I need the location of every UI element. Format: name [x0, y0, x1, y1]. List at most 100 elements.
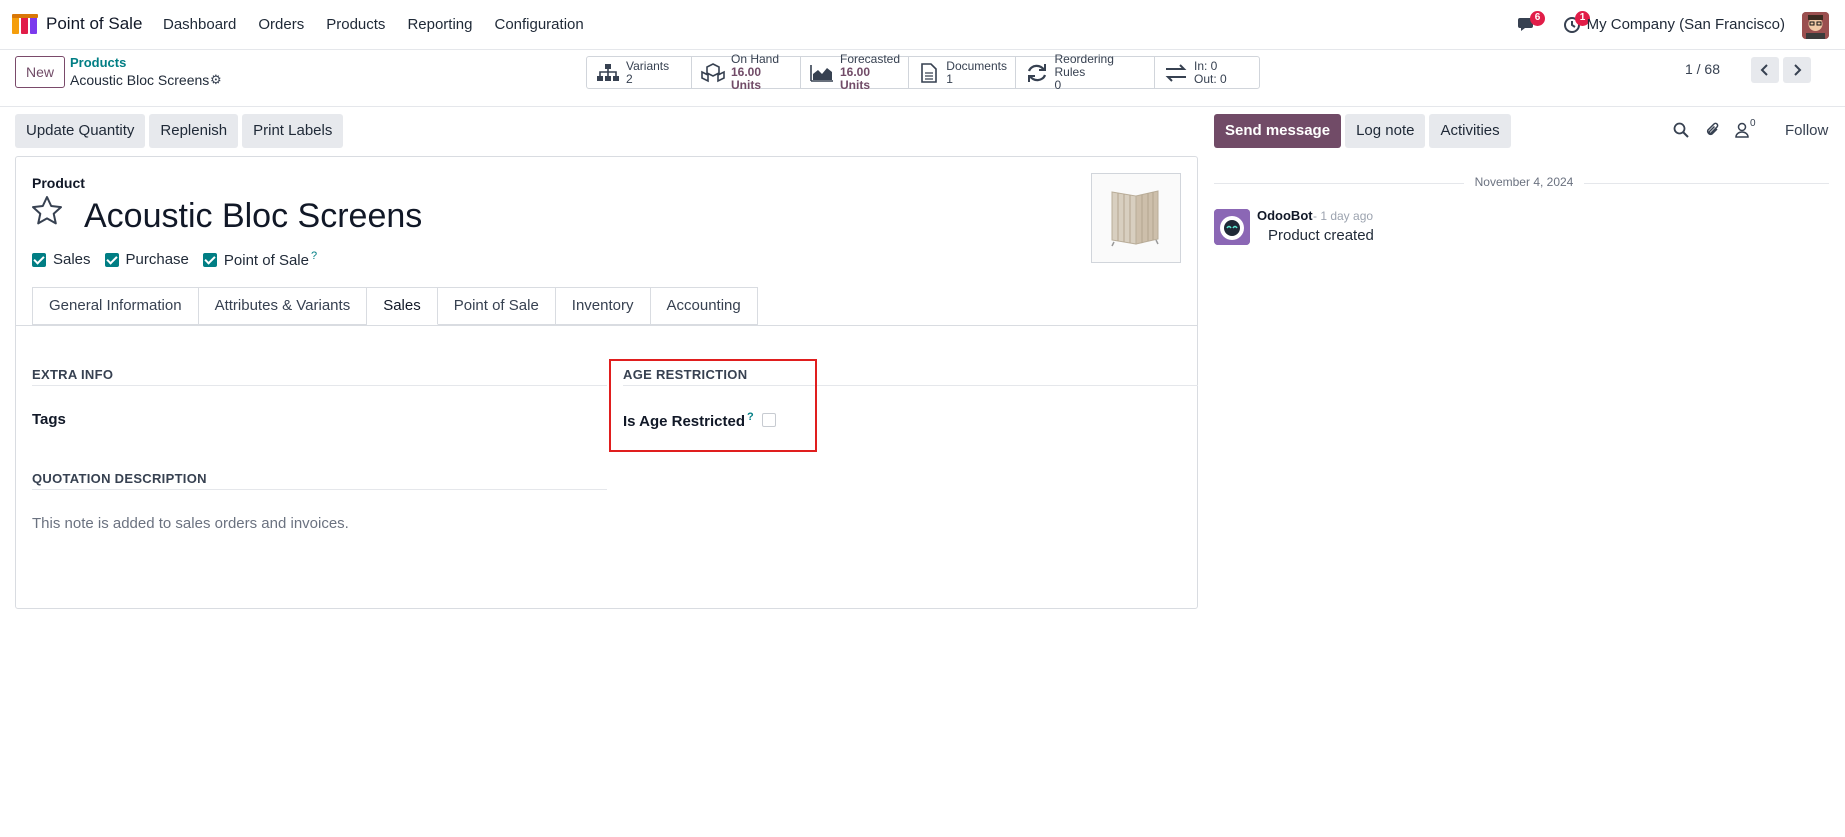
- menu-dashboard[interactable]: Dashboard: [163, 16, 236, 33]
- sales-check-label: Sales: [53, 251, 91, 268]
- sales-checkbox[interactable]: Sales: [32, 251, 91, 268]
- pager-next-button[interactable]: [1783, 57, 1811, 83]
- odoobot-avatar[interactable]: [1214, 209, 1250, 245]
- tabs-divider: [16, 325, 1197, 326]
- date-line-left: [1214, 183, 1464, 184]
- send-message-button[interactable]: Send message: [1214, 114, 1342, 148]
- on-hand-label: On Hand: [731, 52, 780, 66]
- activities-menu[interactable]: 1: [1563, 11, 1590, 34]
- product-photo: [1092, 174, 1180, 262]
- gear-icon[interactable]: ⚙: [210, 72, 222, 88]
- area-chart-icon: [810, 63, 834, 83]
- out-value: Out: 0: [1194, 71, 1227, 86]
- user-face-icon: [1802, 12, 1829, 39]
- messages-badge: 6: [1530, 11, 1545, 26]
- checkbox-checked-icon: [32, 252, 46, 267]
- sitemap-icon: [596, 63, 620, 83]
- pager-value[interactable]: 1 / 68: [1685, 61, 1720, 77]
- tab-inventory[interactable]: Inventory: [555, 287, 651, 325]
- paperclip-icon[interactable]: [1705, 121, 1721, 139]
- tab-accounting[interactable]: Accounting: [650, 287, 758, 325]
- checkbox-checked-icon: [202, 252, 217, 267]
- variants-value: 2: [626, 71, 633, 86]
- tab-attributes-variants[interactable]: Attributes & Variants: [198, 287, 368, 325]
- followers-count: 0: [1750, 118, 1756, 129]
- followers-icon[interactable]: [1735, 122, 1749, 138]
- forecasted-label: Forecasted: [840, 52, 901, 66]
- tab-point-of-sale[interactable]: Point of Sale: [437, 287, 556, 325]
- menu-products[interactable]: Products: [326, 16, 385, 33]
- print-labels-button[interactable]: Print Labels: [242, 114, 344, 148]
- message-time: - 1 day ago: [1313, 209, 1374, 223]
- help-tooltip-icon[interactable]: ?: [311, 250, 317, 262]
- document-icon: [918, 62, 940, 83]
- on-hand-value: 16.00 Units: [731, 65, 762, 92]
- tab-sales[interactable]: Sales: [367, 287, 438, 325]
- main-menu: Dashboard Orders Products Reporting Conf…: [163, 16, 584, 33]
- company-switcher[interactable]: My Company (San Francisco): [1587, 16, 1785, 33]
- product-label: Product: [32, 175, 85, 191]
- message-author[interactable]: OdooBot: [1257, 208, 1313, 223]
- tags-label: Tags: [32, 411, 66, 428]
- in-value: In: 0: [1194, 58, 1218, 73]
- breadcrumb-current: Acoustic Bloc Screens: [70, 72, 210, 88]
- in-out-button[interactable]: In: 0 Out: 0: [1155, 57, 1259, 88]
- form-sheet: Product Acoustic Bloc Screens Sales Purc…: [15, 156, 1198, 609]
- chevron-left-icon: [1760, 64, 1768, 76]
- quotation-description-heading: QUOTATION DESCRIPTION: [32, 471, 207, 486]
- quotation-description-divider: [32, 489, 607, 490]
- product-flags: Sales Purchase Point of Sale?: [32, 250, 317, 269]
- breadcrumb-products[interactable]: Products: [70, 55, 126, 70]
- notebook-tabs: General Information Attributes & Variant…: [32, 287, 758, 325]
- menu-configuration[interactable]: Configuration: [494, 16, 583, 33]
- message-date: November 4, 2024: [1474, 175, 1574, 189]
- pos-check-label: Point of Sale: [223, 252, 309, 269]
- cubes-icon: [701, 62, 725, 83]
- robot-icon: [1214, 209, 1250, 245]
- new-button[interactable]: New: [15, 56, 65, 88]
- on-hand-button[interactable]: On Hand 16.00 Units: [692, 53, 801, 92]
- variants-button[interactable]: Variants 2: [587, 57, 692, 88]
- reordering-value: 0: [1054, 78, 1062, 92]
- forecasted-button[interactable]: Forecasted 16.00 Units: [801, 53, 909, 92]
- pager-previous-button[interactable]: [1751, 57, 1779, 83]
- log-note-button[interactable]: Log note: [1345, 114, 1426, 148]
- chatter-buttons: Send message Log note Activities: [1214, 114, 1511, 148]
- message-body: Product created: [1268, 227, 1374, 244]
- app-name[interactable]: Point of Sale: [46, 14, 142, 34]
- star-icon[interactable]: [31, 195, 63, 227]
- action-buttons: Update Quantity Replenish Print Labels: [15, 114, 344, 148]
- top-navbar: Point of Sale Dashboard Orders Products …: [0, 0, 1845, 50]
- replenish-button[interactable]: Replenish: [149, 114, 239, 148]
- menu-reporting[interactable]: Reporting: [407, 16, 472, 33]
- search-icon[interactable]: [1673, 122, 1689, 138]
- documents-value: 1: [946, 71, 953, 86]
- messages-menu[interactable]: 6: [1518, 11, 1545, 34]
- pos-checkbox[interactable]: Point of Sale?: [202, 250, 317, 269]
- follow-button[interactable]: Follow: [1785, 122, 1828, 139]
- control-panel: New Products Acoustic Bloc Screens ⚙ Var…: [0, 51, 1845, 107]
- product-image[interactable]: [1091, 173, 1181, 263]
- extra-info-divider: [32, 385, 607, 386]
- extra-info-heading: EXTRA INFO: [32, 367, 114, 382]
- purchase-check-label: Purchase: [125, 251, 189, 268]
- user-avatar[interactable]: [1802, 12, 1829, 39]
- pos-app-icon[interactable]: [12, 14, 38, 34]
- documents-button[interactable]: Documents 1: [909, 57, 1016, 88]
- product-title[interactable]: Acoustic Bloc Screens: [84, 197, 422, 236]
- purchase-checkbox[interactable]: Purchase: [104, 251, 189, 268]
- update-quantity-button[interactable]: Update Quantity: [15, 114, 146, 148]
- documents-label: Documents: [946, 58, 1007, 73]
- menu-orders[interactable]: Orders: [258, 16, 304, 33]
- date-separator: November 4, 2024: [1214, 175, 1829, 191]
- reordering-rules-button[interactable]: Reordering Rules 0: [1016, 53, 1155, 92]
- refresh-icon: [1025, 63, 1049, 83]
- smart-buttons: Variants 2 On Hand 16.00 Units Forecasted 1…: [586, 53, 1260, 92]
- quotation-description-field[interactable]: This note is added to sales orders and i…: [32, 515, 349, 532]
- exchange-icon: [1164, 63, 1188, 83]
- forecasted-value: 16.00 Units: [840, 65, 871, 92]
- highlight-annotation: [609, 359, 817, 452]
- activities-button[interactable]: Activities: [1429, 114, 1511, 148]
- chevron-right-icon: [1794, 64, 1802, 76]
- tab-general-information[interactable]: General Information: [32, 287, 199, 325]
